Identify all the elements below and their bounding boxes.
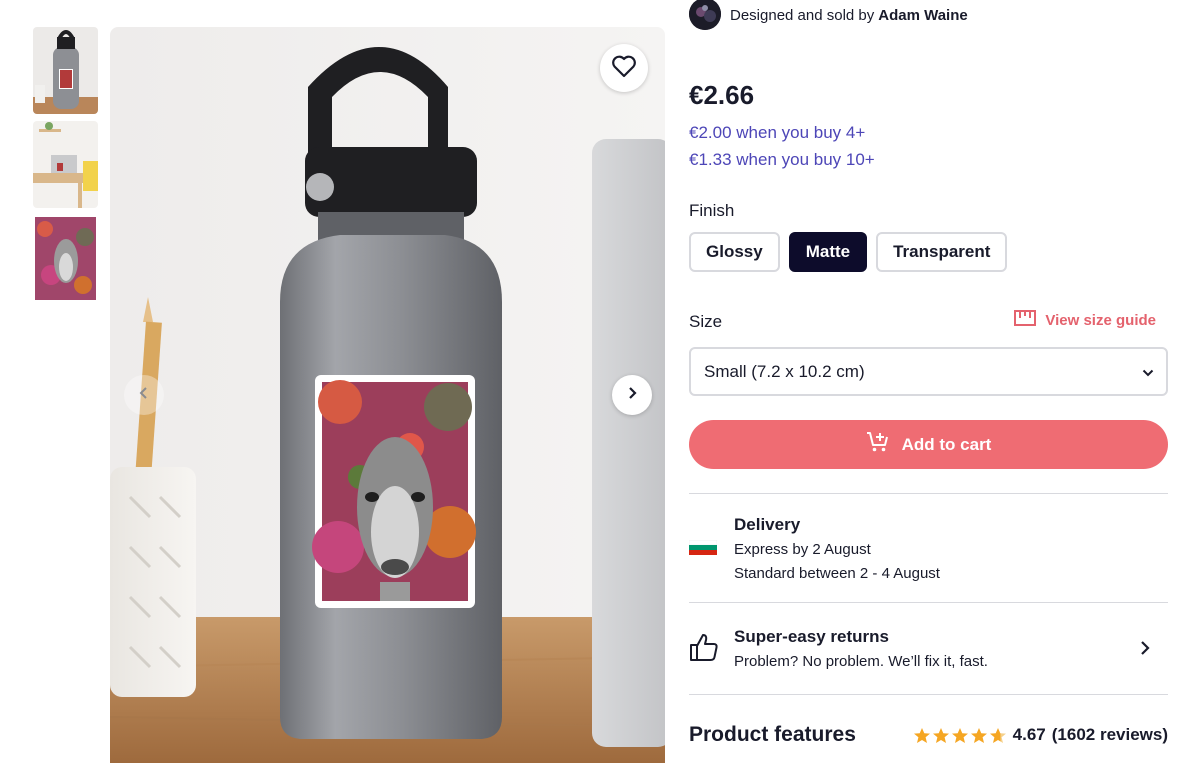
star-icon <box>970 727 987 743</box>
finish-label: Finish <box>689 201 735 220</box>
heart-icon <box>611 54 637 83</box>
delivery-title: Delivery <box>734 515 801 534</box>
product-price: €2.66 <box>689 80 755 110</box>
star-icon <box>989 727 1006 743</box>
previous-image-button[interactable] <box>124 375 164 415</box>
finish-option-transparent[interactable]: Transparent <box>876 232 1008 272</box>
product-image <box>110 27 665 763</box>
bulk-price-10: €1.33 when you buy 10+ <box>689 150 875 169</box>
size-label: Size <box>689 312 723 331</box>
star-icon <box>913 727 930 743</box>
ruler-icon <box>1014 310 1037 330</box>
size-guide-link[interactable]: View size guide <box>1014 310 1156 330</box>
seller-prefix: Designed and sold by <box>730 6 875 24</box>
divider <box>689 602 1168 603</box>
size-guide-label: View size guide <box>1045 311 1156 329</box>
product-features-title: Product features <box>689 723 856 746</box>
divider <box>689 694 1168 695</box>
delivery-standard: Standard between 2 - 4 August <box>734 565 940 582</box>
star-icon <box>951 727 968 743</box>
chevron-down-icon <box>1142 362 1154 382</box>
thumbnail-sticker[interactable] <box>33 215 98 302</box>
rating-summary[interactable]: 4.67 (1602 reviews) <box>913 725 1168 745</box>
star-icon <box>932 727 949 743</box>
add-to-cart-button[interactable]: Add to cart <box>689 420 1168 469</box>
review-count: (1602 reviews) <box>1051 725 1168 744</box>
size-select[interactable]: Small (7.2 x 10.2 cm) <box>689 347 1168 396</box>
delivery-express: Express by 2 August <box>734 541 871 558</box>
favorite-button[interactable] <box>600 44 648 92</box>
chevron-right-icon <box>627 386 637 405</box>
thumbnail-desk[interactable] <box>33 121 98 208</box>
next-image-button[interactable] <box>612 375 652 415</box>
finish-option-glossy[interactable]: Glossy <box>689 232 780 272</box>
bulk-price-4: €2.00 when you buy 4+ <box>689 123 866 142</box>
star-rating <box>913 727 1007 744</box>
returns-row[interactable]: Super-easy returns Problem? No problem. … <box>689 620 1168 680</box>
seller-line: Designed and sold by Adam Waine <box>689 0 968 30</box>
thumbnail-bottle[interactable] <box>33 27 98 114</box>
bulgaria-flag-icon <box>688 539 718 555</box>
chevron-right-icon <box>1140 640 1150 661</box>
seller-name-link[interactable]: Adam Waine <box>878 7 967 24</box>
returns-title: Super-easy returns <box>734 627 889 646</box>
size-selected-value: Small (7.2 x 10.2 cm) <box>704 361 865 381</box>
add-to-cart-label: Add to cart <box>901 434 992 454</box>
finish-option-matte[interactable]: Matte <box>788 232 868 272</box>
rating-value: 4.67 <box>1012 725 1046 744</box>
finish-options: Glossy Matte Transparent <box>689 232 1008 272</box>
cart-add-icon <box>866 431 890 458</box>
divider <box>689 493 1168 494</box>
returns-subtitle: Problem? No problem. We’ll fix it, fast. <box>734 653 988 670</box>
chevron-left-icon <box>139 386 149 405</box>
thumbs-up-icon <box>689 632 719 667</box>
seller-avatar[interactable] <box>689 0 721 30</box>
